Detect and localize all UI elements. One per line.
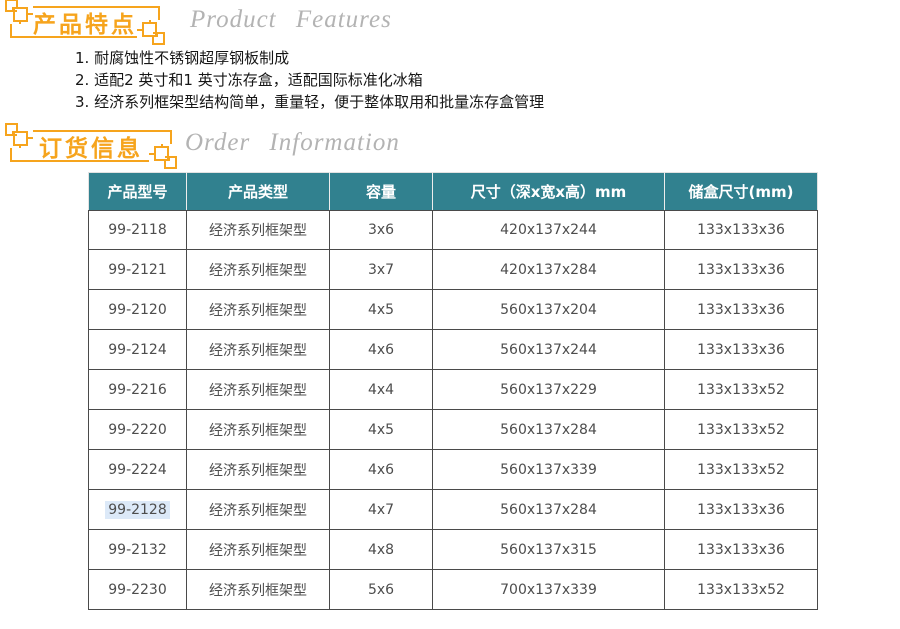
- fret-ornament-icon: [137, 20, 167, 47]
- table-cell: 133x133x52: [665, 570, 818, 610]
- table-cell: 560x137x229: [433, 370, 665, 410]
- table-row: 99-2132经济系列框架型4x8560x137x315133x133x36: [88, 530, 818, 570]
- table-cell: 133x133x36: [665, 530, 818, 570]
- table-cell: 99-2121: [88, 250, 187, 290]
- table-header-cell: 产品类型: [187, 172, 330, 210]
- table-cell: 99-2124: [88, 330, 187, 370]
- table-cell: 560x137x315: [433, 530, 665, 570]
- fret-ornament-icon: [3, 121, 33, 148]
- order-title-en: Order Information: [185, 129, 400, 157]
- table-header-cell: 尺寸（深x宽x高）mm: [433, 172, 665, 210]
- selected-text-highlight: 99-2128: [105, 501, 170, 519]
- table-cell: 133x133x52: [665, 410, 818, 450]
- table-row: 99-2220经济系列框架型4x5560x137x284133x133x52: [88, 410, 818, 450]
- table-cell: 经济系列框架型: [187, 370, 330, 410]
- table-row: 99-2230经济系列框架型5x6700x137x339133x133x52: [88, 570, 818, 610]
- table-cell: 99-2120: [88, 290, 187, 330]
- table-cell: 99-2128: [88, 490, 187, 530]
- features-title-en: Product Features: [190, 6, 392, 34]
- table-cell: 420x137x284: [433, 250, 665, 290]
- table-cell: 560x137x284: [433, 490, 665, 530]
- features-title-badge: 产品特点: [10, 6, 160, 38]
- table-cell: 经济系列框架型: [187, 210, 330, 250]
- table-cell: 4x8: [330, 530, 433, 570]
- table-cell: 经济系列框架型: [187, 490, 330, 530]
- table-cell: 133x133x36: [665, 330, 818, 370]
- table-cell: 经济系列框架型: [187, 290, 330, 330]
- table-cell: 133x133x36: [665, 210, 818, 250]
- table-cell: 经济系列框架型: [187, 410, 330, 450]
- table-cell: 560x137x204: [433, 290, 665, 330]
- feature-item: 1. 耐腐蚀性不锈钢超厚钢板制成: [75, 47, 544, 69]
- table-cell: 133x133x52: [665, 450, 818, 490]
- table-cell: 经济系列框架型: [187, 250, 330, 290]
- table-cell: 3x7: [330, 250, 433, 290]
- table-cell: 经济系列框架型: [187, 530, 330, 570]
- table-cell: 经济系列框架型: [187, 450, 330, 490]
- table-body: 99-2118经济系列框架型3x6420x137x244133x133x3699…: [88, 210, 818, 610]
- order-table: 产品型号产品类型容量尺寸（深x宽x高）mm储盒尺寸(mm) 99-2118经济系…: [88, 172, 818, 610]
- page: 产品特点 Product Features 1. 耐腐蚀性不锈钢超厚钢板制成2.…: [0, 0, 900, 629]
- table-cell: 99-2216: [88, 370, 187, 410]
- table-header-cell: 储盒尺寸(mm): [665, 172, 818, 210]
- table-cell: 4x4: [330, 370, 433, 410]
- feature-list: 1. 耐腐蚀性不锈钢超厚钢板制成2. 适配2 英寸和1 英寸冻存盒，适配国际标准…: [75, 47, 544, 113]
- feature-item: 3. 经济系列框架型结构简单，重量轻，便于整体取用和批量冻存盒管理: [75, 91, 544, 113]
- fret-ornament-icon: [3, 0, 33, 24]
- table-cell: 99-2118: [88, 210, 187, 250]
- table-cell: 3x6: [330, 210, 433, 250]
- table-row: 99-2124经济系列框架型4x6560x137x244133x133x36: [88, 330, 818, 370]
- table-row: 99-2118经济系列框架型3x6420x137x244133x133x36: [88, 210, 818, 250]
- table-cell: 560x137x339: [433, 450, 665, 490]
- table-cell: 4x7: [330, 490, 433, 530]
- table-row: 99-2120经济系列框架型4x5560x137x204133x133x36: [88, 290, 818, 330]
- table-row: 99-2121经济系列框架型3x7420x137x284133x133x36: [88, 250, 818, 290]
- table-row: 99-2216经济系列框架型4x4560x137x229133x133x52: [88, 370, 818, 410]
- fret-ornament-icon: [149, 144, 179, 171]
- order-title: 订货信息: [39, 129, 143, 163]
- table-cell: 5x6: [330, 570, 433, 610]
- feature-item: 2. 适配2 英寸和1 英寸冻存盒，适配国际标准化冰箱: [75, 69, 544, 91]
- table-cell: 99-2132: [88, 530, 187, 570]
- table-header-cell: 产品型号: [88, 172, 187, 210]
- table-cell: 133x133x36: [665, 250, 818, 290]
- table-cell: 4x5: [330, 410, 433, 450]
- table-cell: 133x133x36: [665, 490, 818, 530]
- table-cell: 700x137x339: [433, 570, 665, 610]
- table-cell: 4x6: [330, 450, 433, 490]
- table-cell: 99-2224: [88, 450, 187, 490]
- table-cell: 4x5: [330, 290, 433, 330]
- table-cell: 420x137x244: [433, 210, 665, 250]
- table-cell: 经济系列框架型: [187, 330, 330, 370]
- table-row: 99-2224经济系列框架型4x6560x137x339133x133x52: [88, 450, 818, 490]
- features-title: 产品特点: [33, 5, 137, 39]
- table-header-cell: 容量: [330, 172, 433, 210]
- table-cell: 560x137x284: [433, 410, 665, 450]
- table-header-row: 产品型号产品类型容量尺寸（深x宽x高）mm储盒尺寸(mm): [88, 172, 818, 210]
- table-cell: 133x133x52: [665, 370, 818, 410]
- order-title-badge: 订货信息: [10, 130, 172, 162]
- table-cell: 99-2230: [88, 570, 187, 610]
- table-cell: 560x137x244: [433, 330, 665, 370]
- table-cell: 4x6: [330, 330, 433, 370]
- table-cell: 99-2220: [88, 410, 187, 450]
- table-row: 99-2128 经济系列框架型4x7560x137x284133x133x36: [88, 490, 818, 530]
- table-cell: 经济系列框架型: [187, 570, 330, 610]
- table-cell: 133x133x36: [665, 290, 818, 330]
